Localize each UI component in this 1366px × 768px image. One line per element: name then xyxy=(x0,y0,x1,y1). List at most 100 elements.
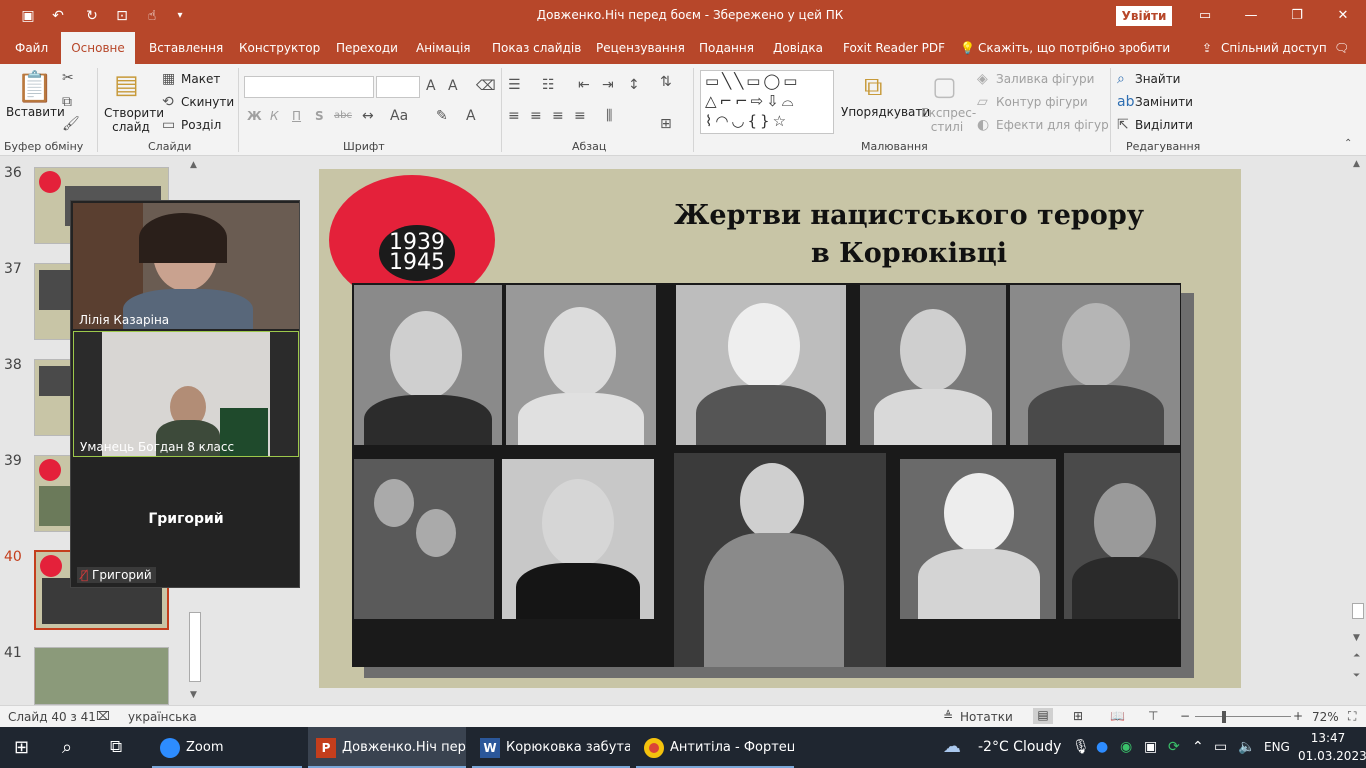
network-icon[interactable]: ▭ xyxy=(1214,739,1227,755)
normal-view-icon[interactable]: ▤ xyxy=(1033,708,1053,724)
tab-design[interactable]: Конструктор xyxy=(237,32,322,64)
undo-icon[interactable]: ↶ xyxy=(48,6,68,26)
video-tile[interactable]: Лілія Казаріна xyxy=(73,203,299,329)
shape-outline-button[interactable]: Контур фігури xyxy=(996,95,1088,109)
tab-home[interactable]: Основне xyxy=(61,32,135,64)
align-right-icon[interactable]: ≡ xyxy=(552,108,564,124)
font-size-input[interactable] xyxy=(376,76,420,98)
section-button[interactable]: Розділ xyxy=(181,118,221,132)
zoom-slider[interactable] xyxy=(1195,716,1291,717)
notes-button[interactable]: Нотатки xyxy=(960,710,1013,724)
tab-transitions[interactable]: Переходи xyxy=(334,32,400,64)
increase-indent-icon[interactable]: ⇥ xyxy=(602,77,614,93)
language-indicator[interactable]: українська xyxy=(128,710,197,724)
share-button[interactable]: Спільний доступ xyxy=(1219,32,1329,64)
tab-slideshow[interactable]: Показ слайдів xyxy=(490,32,583,64)
arrange-button[interactable]: Упорядкувати xyxy=(841,105,930,119)
tab-insert[interactable]: Вставлення xyxy=(147,32,225,64)
system-tray-icon[interactable]: ▣ xyxy=(1144,739,1157,755)
new-slide-button[interactable]: Створити слайд xyxy=(104,106,164,134)
cut-icon[interactable]: ✂ xyxy=(62,70,74,86)
text-direction-icon[interactable]: ⇅ xyxy=(660,74,672,90)
slide-title[interactable]: Жертви нацистського терору в Корюківці xyxy=(589,197,1229,273)
slideshow-start-icon[interactable]: ⊡ xyxy=(112,6,132,26)
select-button[interactable]: Виділити xyxy=(1135,118,1193,132)
editor-scrollbar[interactable]: ▲ ▼ ⏶ ⏷ xyxy=(1350,157,1366,705)
arrange-icon[interactable]: ⧉ xyxy=(864,72,883,103)
redo-icon[interactable]: ↻ xyxy=(82,6,102,26)
customize-toolbar-icon[interactable]: ▾ xyxy=(170,6,190,26)
find-button[interactable]: Знайти xyxy=(1135,72,1180,86)
zoom-out-icon[interactable]: − xyxy=(1180,709,1190,723)
slide-sorter-icon[interactable]: ⊞ xyxy=(1073,709,1083,723)
smartart-icon[interactable]: ⊞ xyxy=(660,116,672,132)
signin-button[interactable]: Увійти xyxy=(1116,6,1172,26)
font-name-input[interactable] xyxy=(244,76,374,98)
justify-icon[interactable]: ≡ xyxy=(574,108,586,124)
shrink-font-icon[interactable]: A xyxy=(448,78,458,94)
quick-styles-icon[interactable]: ▢ xyxy=(932,72,957,102)
tab-help[interactable]: Довідка xyxy=(771,32,825,64)
task-view-icon[interactable]: ⧉ xyxy=(110,737,122,757)
save-icon[interactable]: ▣ xyxy=(18,6,38,26)
paste-button[interactable]: Вставити xyxy=(6,105,65,119)
clock-date[interactable]: 01.03.2023 xyxy=(1298,749,1366,763)
line-spacing-icon[interactable]: ↕ xyxy=(628,77,640,93)
input-language[interactable]: ENG xyxy=(1264,740,1290,754)
paste-icon[interactable]: 📋 xyxy=(16,70,53,105)
minimize-icon[interactable]: — xyxy=(1228,0,1274,32)
italic-button[interactable]: К xyxy=(270,109,279,123)
video-tile-no-camera[interactable]: Григорий 🎙̸ Григорий xyxy=(73,459,299,585)
shapes-gallery[interactable]: ▭╲╲▭◯▭ △⌐⌐⇨⇩⌓ ⌇◠◡{}☆ xyxy=(700,70,834,134)
volume-icon[interactable]: 🔈 xyxy=(1238,739,1255,755)
weather-text[interactable]: -2°C Cloudy xyxy=(978,739,1061,755)
close-icon[interactable]: ✕ xyxy=(1320,0,1366,32)
collapse-ribbon-icon[interactable]: ⌃ xyxy=(1344,138,1352,149)
underline-button[interactable]: П xyxy=(292,109,301,123)
tab-foxit[interactable]: Foxit Reader PDF xyxy=(841,32,947,64)
zoom-tray-icon[interactable]: ● xyxy=(1096,739,1108,755)
touch-mode-icon[interactable]: ☝ xyxy=(142,6,162,26)
slide-thumbnail-41[interactable] xyxy=(34,647,169,705)
slideshow-icon[interactable]: ⊤ xyxy=(1148,709,1158,723)
app-tray-icon[interactable]: ◉ xyxy=(1120,739,1132,755)
search-taskbar-icon[interactable]: ⌕ xyxy=(62,737,72,758)
new-slide-icon[interactable]: ▤ xyxy=(114,70,139,100)
restore-icon[interactable]: ❐ xyxy=(1274,0,1320,32)
windows-start-icon[interactable]: ⊞ xyxy=(14,737,29,758)
numbering-icon[interactable]: ☷ xyxy=(542,77,555,93)
clear-formatting-icon[interactable]: ⌫ xyxy=(476,78,496,94)
microphone-icon[interactable]: 🎙 xyxy=(1072,739,1090,755)
align-left-icon[interactable]: ≡ xyxy=(508,108,520,124)
tab-file[interactable]: Файл xyxy=(13,32,50,64)
columns-icon[interactable]: ⫼ xyxy=(606,108,612,124)
comments-icon[interactable]: 🗨 xyxy=(1332,32,1351,64)
shape-effects-button[interactable]: Ефекти для фігур xyxy=(996,118,1109,132)
text-shadow-button[interactable]: S xyxy=(315,109,324,123)
reset-button[interactable]: Скинути xyxy=(181,95,234,109)
sync-tray-icon[interactable]: ⟳ xyxy=(1168,739,1180,755)
taskbar-word[interactable]: WКорюковка забута ... xyxy=(472,727,630,768)
tab-animations[interactable]: Анімація xyxy=(414,32,473,64)
zoom-slider-thumb[interactable] xyxy=(1222,711,1226,723)
taskbar-zoom[interactable]: Zoom xyxy=(152,727,302,768)
change-case-icon[interactable]: Aa xyxy=(390,108,408,124)
zoom-in-icon[interactable]: + xyxy=(1293,709,1303,723)
victims-photo-collage[interactable] xyxy=(352,283,1181,667)
strikethrough-button[interactable]: abc xyxy=(334,110,352,121)
highlight-icon[interactable]: ✎ xyxy=(436,108,448,124)
clock-time[interactable]: 13:47 xyxy=(1300,731,1356,745)
layout-button[interactable]: Макет xyxy=(181,72,220,86)
zoom-level[interactable]: 72% xyxy=(1312,710,1339,724)
replace-button[interactable]: Замінити xyxy=(1135,95,1193,109)
tab-view[interactable]: Подання xyxy=(697,32,756,64)
grow-font-icon[interactable]: A xyxy=(426,78,436,94)
ribbon-display-icon[interactable]: ▭ xyxy=(1182,0,1228,32)
decrease-indent-icon[interactable]: ⇤ xyxy=(578,77,590,93)
quick-styles-button[interactable]: Експрес-стилі xyxy=(921,106,976,134)
shape-fill-button[interactable]: Заливка фігури xyxy=(996,72,1094,86)
taskbar-chrome[interactable]: Антитіла - Фортец... xyxy=(636,727,794,768)
reading-view-icon[interactable]: 📖 xyxy=(1110,709,1125,723)
bullets-icon[interactable]: ☰ xyxy=(508,77,521,93)
bold-button[interactable]: Ж xyxy=(247,109,262,123)
